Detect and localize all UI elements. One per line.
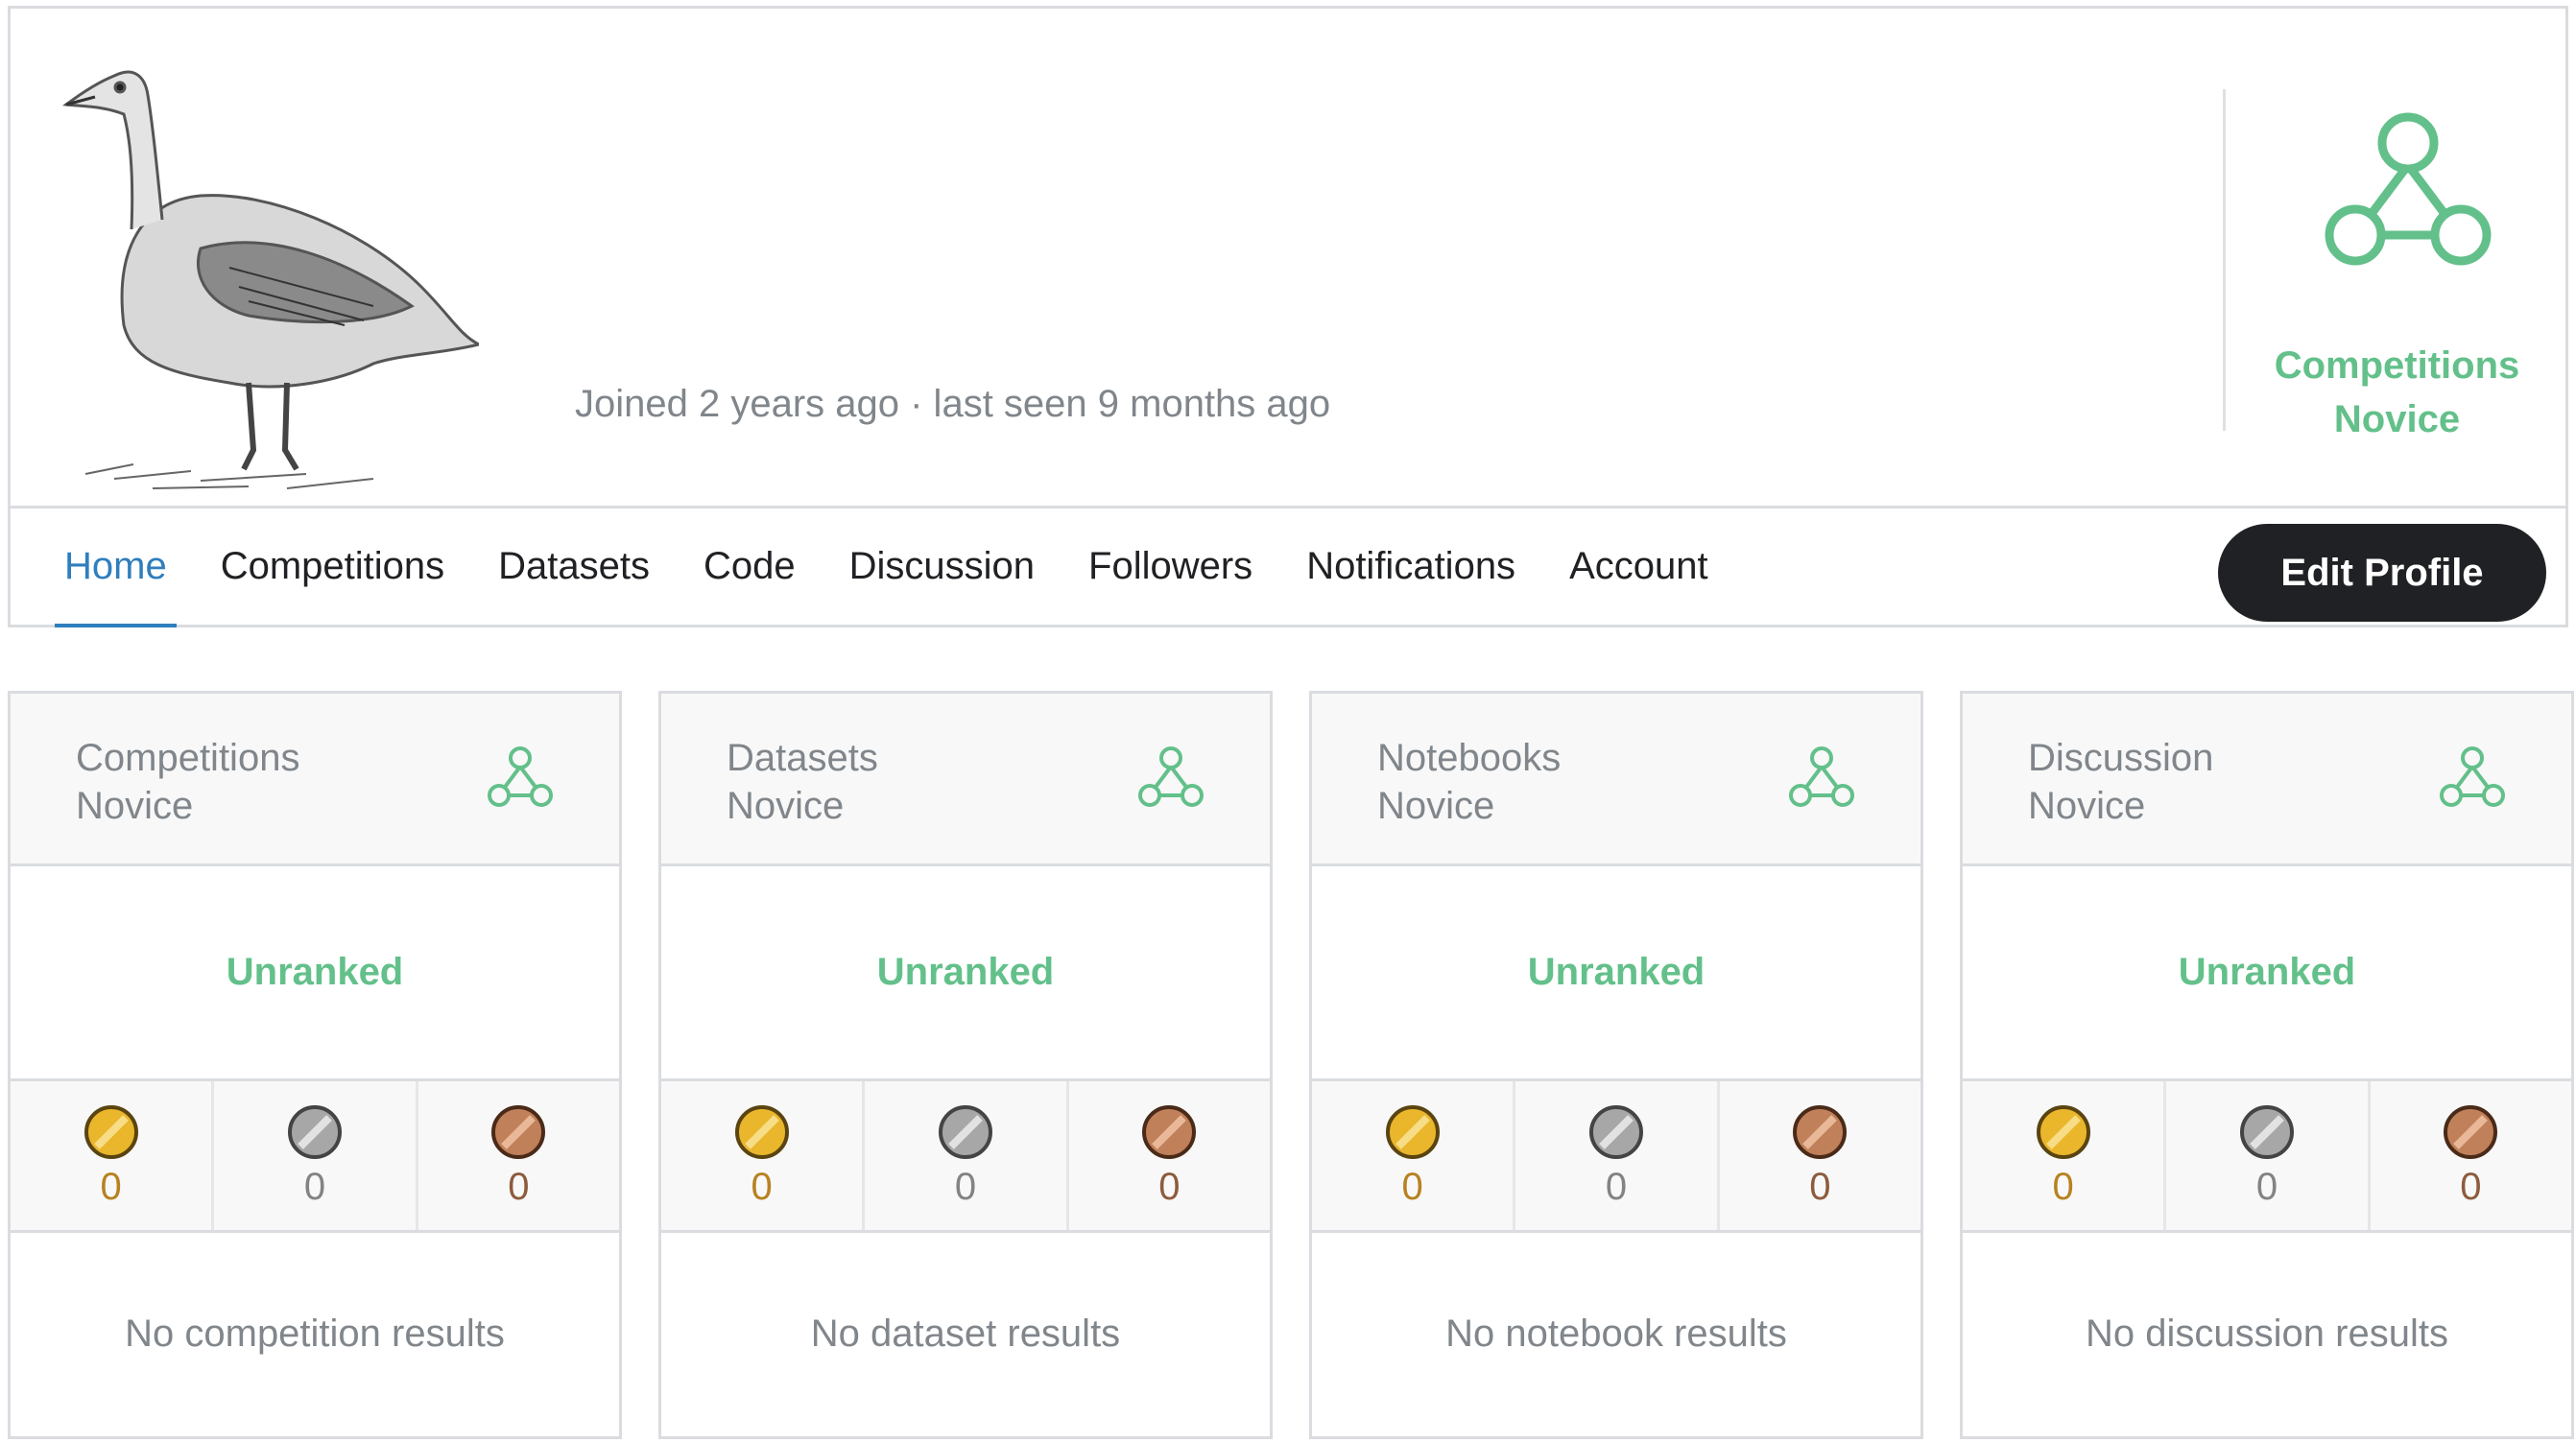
gold-medal-cell: 0 (1312, 1081, 1516, 1230)
silver-medal-icon (2239, 1105, 2294, 1159)
bronze-medal-icon (491, 1105, 546, 1159)
novice-tier-icon (2440, 746, 2505, 807)
medal-row: 0 0 0 (1312, 1081, 1920, 1233)
card-rank: Unranked (11, 866, 619, 1081)
bronze-medal-icon (1793, 1105, 1848, 1159)
tab-account[interactable]: Account (1569, 509, 1708, 627)
card-title: Discussion Novice (2028, 737, 2214, 827)
silver-medal-count: 0 (303, 1166, 326, 1208)
silver-medal-count: 0 (1605, 1166, 1628, 1208)
bronze-medal-count: 0 (2460, 1166, 2482, 1208)
bronze-medal-icon (1142, 1105, 1197, 1159)
gold-medal-icon (2036, 1105, 2090, 1159)
card-results: No competition results (125, 1312, 505, 1355)
card-title: Notebooks Novice (1377, 737, 1562, 827)
card-results: No discussion results (2086, 1312, 2448, 1355)
gold-medal-count: 0 (100, 1166, 122, 1208)
novice-tier-icon (1138, 746, 1204, 807)
gold-medal-icon (734, 1105, 789, 1159)
card-header: Notebooks Novice (1312, 694, 1920, 866)
bronze-medal-count: 0 (1809, 1166, 1831, 1208)
medal-row: 0 0 0 (1963, 1081, 2571, 1233)
profile-header: Joined 2 years ago · last seen 9 months … (8, 6, 2568, 627)
tab-discussion[interactable]: Discussion (849, 509, 1035, 627)
tier-card-1[interactable]: Datasets Novice Unranked 0 0 0 No datase… (658, 691, 1273, 1439)
edit-profile-button[interactable]: Edit Profile (2218, 524, 2546, 622)
bronze-medal-cell: 0 (1069, 1081, 1270, 1230)
novice-tier-icon (488, 746, 553, 807)
card-rank: Unranked (1312, 866, 1920, 1081)
tier-card-0[interactable]: Competitions Novice Unranked 0 0 0 No co… (8, 691, 622, 1439)
silver-medal-icon (1588, 1105, 1643, 1159)
card-header: Competitions Novice (11, 694, 619, 866)
bronze-medal-count: 0 (508, 1166, 530, 1208)
novice-tier-icon (1789, 746, 1854, 807)
joined-text: Joined 2 years ago · last seen 9 months … (575, 383, 1331, 425)
tab-competitions[interactable]: Competitions (221, 509, 444, 627)
bronze-medal-count: 0 (1158, 1166, 1181, 1208)
silver-medal-count: 0 (954, 1166, 977, 1208)
gold-medal-cell: 0 (661, 1081, 866, 1230)
tier-card-3[interactable]: Discussion Novice Unranked 0 0 0 No disc… (1960, 691, 2574, 1439)
silver-medal-cell: 0 (214, 1081, 418, 1230)
nav-tabs: Home Competitions Datasets Code Discussi… (55, 509, 1762, 627)
silver-medal-cell: 0 (2166, 1081, 2371, 1230)
card-title: Datasets Novice (727, 737, 878, 827)
bronze-medal-cell: 0 (2371, 1081, 2571, 1230)
silver-medal-count: 0 (2255, 1166, 2278, 1208)
tab-code[interactable]: Code (704, 509, 796, 627)
card-results: No notebook results (1445, 1312, 1787, 1355)
medal-row: 0 0 0 (661, 1081, 1270, 1233)
avatar (62, 70, 479, 489)
card-rank: Unranked (661, 866, 1270, 1081)
profile-tier-panel: Competitions Novice (2223, 89, 2568, 440)
gold-medal-icon (1385, 1105, 1440, 1159)
bronze-medal-cell: 0 (418, 1081, 619, 1230)
gold-medal-icon (83, 1105, 138, 1159)
novice-tier-icon (2325, 112, 2492, 266)
tab-datasets[interactable]: Datasets (498, 509, 650, 627)
medal-row: 0 0 0 (11, 1081, 619, 1233)
gold-medal-count: 0 (751, 1166, 773, 1208)
tier-card-2[interactable]: Notebooks Novice Unranked 0 0 0 No noteb… (1309, 691, 1923, 1439)
silver-medal-cell: 0 (865, 1081, 1069, 1230)
profile-nav: Home Competitions Datasets Code Discussi… (11, 506, 2565, 627)
gold-medal-count: 0 (2052, 1166, 2074, 1208)
card-title: Competitions Novice (76, 737, 300, 827)
gold-medal-cell: 0 (1963, 1081, 2167, 1230)
tab-home[interactable]: Home (55, 509, 177, 627)
card-rank: Unranked (1963, 866, 2571, 1081)
card-header: Discussion Novice (1963, 694, 2571, 866)
gold-medal-cell: 0 (11, 1081, 215, 1230)
bronze-medal-icon (2444, 1105, 2498, 1159)
card-header: Datasets Novice (661, 694, 1270, 866)
silver-medal-cell: 0 (1515, 1081, 1720, 1230)
tab-followers[interactable]: Followers (1088, 509, 1252, 627)
card-results: No dataset results (810, 1312, 1121, 1355)
profile-tier-label: Competitions Novice (2274, 344, 2520, 440)
silver-medal-icon (287, 1105, 342, 1159)
tab-notifications[interactable]: Notifications (1306, 509, 1515, 627)
silver-medal-icon (938, 1105, 992, 1159)
gold-medal-count: 0 (1401, 1166, 1423, 1208)
bronze-medal-cell: 0 (1720, 1081, 1920, 1230)
